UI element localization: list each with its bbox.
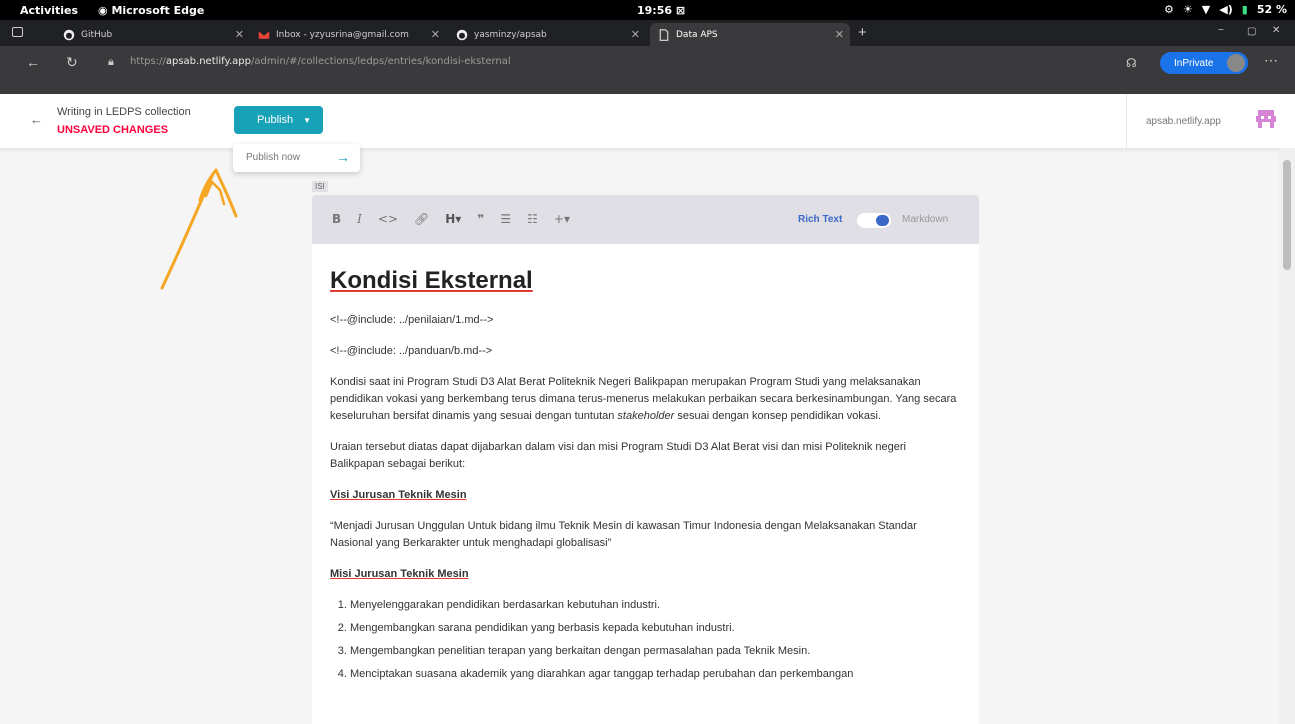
list-item: Mengembangkan sarana pendidikan yang ber… <box>350 620 961 637</box>
read-aloud-icon[interactable]: ☊ <box>1126 56 1137 70</box>
include-line: <!--@include: ../panduan/b.md--> <box>330 345 493 357</box>
include-line: <!--@include: ../penilaian/1.md--> <box>330 314 494 326</box>
section-heading: Visi Jurusan Teknik Mesin <box>330 489 467 501</box>
scrollbar-thumb[interactable] <box>1283 160 1291 270</box>
clock-text: 19:56 <box>637 4 673 17</box>
mode-toggle[interactable] <box>857 213 891 228</box>
battery-icon: ▮ <box>1241 3 1248 16</box>
tab-label: yasminzy/apsab <box>474 29 547 40</box>
inprivate-badge[interactable]: InPrivate <box>1160 52 1248 74</box>
app-menu[interactable]: ◉ Microsoft Edge <box>98 4 204 17</box>
tab-data-aps[interactable]: Data APS ✕ <box>650 23 850 46</box>
new-tab-button[interactable]: + <box>858 24 867 41</box>
more-menu-icon[interactable]: ⋯ <box>1264 52 1278 69</box>
bulleted-list-icon[interactable]: ☰ <box>500 212 511 226</box>
close-tab-icon[interactable]: ✕ <box>835 28 844 41</box>
tab-github[interactable]: GitHub ✕ <box>55 23 250 46</box>
heading-icon[interactable]: H▾ <box>445 212 461 226</box>
accessibility-icon: ⚙ <box>1164 3 1174 16</box>
publish-dropdown: Publish now → <box>233 144 360 172</box>
wifi-icon: ▼ <box>1201 3 1211 16</box>
toggle-knob <box>876 215 889 226</box>
document-title: Kondisi Eksternal <box>330 267 533 294</box>
refresh-icon[interactable]: ↻ <box>66 54 78 71</box>
publish-button[interactable]: Publish ▼ <box>234 106 323 134</box>
minimize-icon[interactable]: − <box>1218 25 1224 36</box>
gmail-icon <box>258 30 270 39</box>
url-path: /admin/#/collections/ledps/entries/kondi… <box>251 56 511 67</box>
github-icon <box>63 29 75 40</box>
url-prefix: https:// <box>130 56 166 67</box>
add-component-icon[interactable]: +▾ <box>554 212 570 226</box>
back-icon[interactable]: ← <box>26 54 40 70</box>
quote-icon[interactable]: ❞ <box>477 212 484 226</box>
screen-record-icon: ⊠ <box>675 4 686 17</box>
paragraph: Kondisi saat ini Program Studi D3 Alat B… <box>330 374 961 425</box>
address-bar: ← ↻ 🔒︎ https://apsab.netlify.app/admin/#… <box>0 46 1295 94</box>
close-tab-icon[interactable]: ✕ <box>235 28 244 41</box>
close-window-icon[interactable]: ✕ <box>1272 25 1280 36</box>
divider <box>1126 94 1127 148</box>
list-item: Mengembangkan penelitian terapan yang be… <box>350 643 961 660</box>
tab-strip: GitHub ✕ Inbox - yzyusrina@gmail.com ✕ y… <box>0 20 1295 46</box>
clock[interactable]: 19:56 ⊠ <box>637 4 685 17</box>
github-icon <box>456 29 468 40</box>
annotation-arrow-icon <box>160 168 238 290</box>
markdown-label[interactable]: Markdown <box>902 214 948 225</box>
tab-label: GitHub <box>81 29 113 40</box>
publish-now-item[interactable]: Publish now <box>246 152 300 163</box>
inprivate-label: InPrivate <box>1174 57 1214 69</box>
list-item: Menyelenggarakan pendidikan berdasarkan … <box>350 597 961 614</box>
paragraph: Uraian tersebut diatas dapat dijabarkan … <box>330 441 906 470</box>
battery-text: 52 % <box>1256 3 1287 16</box>
chevron-down-icon: ▼ <box>303 115 311 125</box>
tab-repo[interactable]: yasminzy/apsab ✕ <box>448 23 646 46</box>
tab-actions-icon[interactable] <box>12 27 23 37</box>
system-tray[interactable]: ⚙ ☀ ▼ ◀) ▮ 52 % <box>1164 3 1287 16</box>
field-label: ISI <box>312 181 328 192</box>
maximize-icon[interactable]: ▢ <box>1247 26 1256 37</box>
system-top-bar: Activities ◉ Microsoft Edge 19:56 ⊠ ⚙ ☀ … <box>0 0 1295 20</box>
unsaved-changes-status: UNSAVED CHANGES <box>57 124 169 136</box>
page-scrollbar[interactable] <box>1279 148 1295 724</box>
app-name: Microsoft Edge <box>111 4 205 17</box>
url-host: apsab.netlify.app <box>165 56 252 67</box>
collection-label: Writing in LEDPS collection <box>57 106 191 118</box>
close-tab-icon[interactable]: ✕ <box>431 28 440 41</box>
list-item: Menciptakan suasana akademik yang diarah… <box>350 666 961 683</box>
cms-editor-header: ← Writing in LEDPS collection UNSAVED CH… <box>0 94 1295 148</box>
numbered-list-icon[interactable]: ☷ <box>527 212 538 226</box>
user-avatar-icon[interactable] <box>1253 107 1279 133</box>
profile-avatar <box>1227 54 1245 72</box>
paragraph-text: sesuai dengan konsep pendidikan vokasi. <box>674 410 881 422</box>
arrow-right-icon[interactable]: → <box>336 149 350 165</box>
volume-icon: ◀) <box>1219 3 1233 16</box>
bold-icon[interactable]: B <box>332 212 341 226</box>
lock-icon[interactable]: 🔒︎ <box>108 56 114 69</box>
section-heading: Misi Jurusan Teknik Mesin <box>330 568 469 580</box>
emphasis-text: stakeholder <box>617 410 675 422</box>
back-to-collection-icon[interactable]: ← <box>30 112 43 127</box>
code-icon[interactable]: <> <box>378 212 398 226</box>
editor-toolbar: B I <> 🔗︎ H▾ ❞ ☰ ☷ +▾ Rich Text Markdown <box>312 195 979 244</box>
publish-label: Publish <box>257 114 294 126</box>
italic-icon[interactable]: I <box>357 212 362 226</box>
url-field[interactable]: https://apsab.netlify.app/admin/#/collec… <box>130 56 511 67</box>
rich-text-label[interactable]: Rich Text <box>798 214 842 225</box>
brightness-icon: ☀ <box>1182 3 1193 16</box>
tab-label: Inbox - yzyusrina@gmail.com <box>276 29 409 40</box>
mission-list: Menyelenggarakan pendidikan berdasarkan … <box>330 597 961 683</box>
site-link[interactable]: apsab.netlify.app <box>1146 116 1221 127</box>
paragraph: “Menjadi Jurusan Unggulan Untuk bidang i… <box>330 520 917 549</box>
tab-label: Data APS <box>676 29 718 40</box>
close-tab-icon[interactable]: ✕ <box>631 28 640 41</box>
page-icon <box>659 28 669 41</box>
link-icon[interactable]: 🔗︎ <box>414 212 429 226</box>
editor-content[interactable]: Kondisi Eksternal <!--@include: ../penil… <box>312 244 979 724</box>
activities-button[interactable]: Activities <box>20 4 78 17</box>
tab-gmail[interactable]: Inbox - yzyusrina@gmail.com ✕ <box>250 23 446 46</box>
